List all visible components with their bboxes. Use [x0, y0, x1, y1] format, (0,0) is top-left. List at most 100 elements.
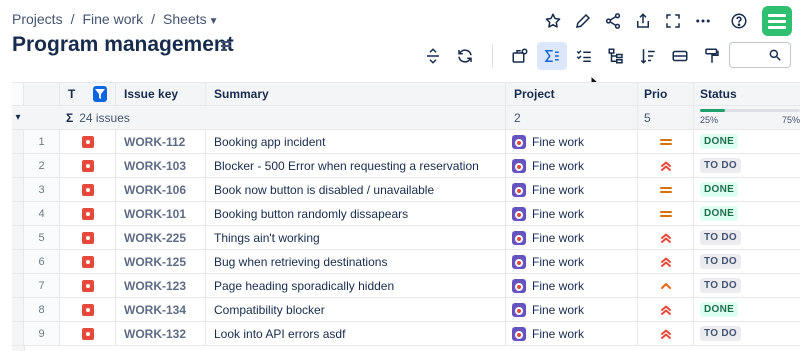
priority-cell[interactable] — [638, 202, 694, 225]
export-icon[interactable] — [628, 8, 658, 34]
fullscreen-icon[interactable] — [658, 8, 688, 34]
format-painter-icon[interactable] — [697, 42, 727, 70]
project-cell[interactable]: Fine work — [506, 154, 638, 177]
breadcrumb-projects[interactable]: Projects — [12, 11, 63, 27]
status-cell[interactable]: TO DO — [694, 154, 800, 177]
issue-key-link[interactable]: WORK-123 — [116, 274, 206, 297]
summary-cell[interactable]: Bug when retrieving destinations — [206, 250, 506, 273]
progress-done-label: 25% — [700, 114, 719, 125]
column-header-summary[interactable]: Summary — [206, 83, 506, 105]
type-cell[interactable] — [60, 250, 116, 273]
type-cell[interactable] — [60, 202, 116, 225]
priority-cell[interactable] — [638, 226, 694, 249]
status-cell[interactable]: DONE — [694, 202, 800, 225]
priority-cell[interactable] — [638, 154, 694, 177]
pencil-icon[interactable] — [568, 8, 598, 34]
app-logo[interactable] — [762, 6, 792, 36]
refresh-icon[interactable] — [450, 42, 480, 70]
type-cell[interactable] — [60, 130, 116, 153]
filter-icon[interactable] — [93, 86, 107, 102]
summary-cell[interactable]: Compatibility blocker — [206, 298, 506, 321]
title-menu-icon[interactable] — [221, 41, 233, 53]
status-progress: 25% 75% — [694, 106, 800, 129]
priority-cell[interactable] — [638, 322, 694, 345]
summary-cell[interactable]: Book now button is disabled / unavailabl… — [206, 178, 506, 201]
column-header-project[interactable]: Project — [506, 83, 638, 105]
breadcrumb-sheets[interactable]: Sheets ▼ — [163, 11, 219, 27]
status-badge: DONE — [700, 302, 739, 317]
more-icon[interactable] — [688, 8, 718, 34]
issue-key-link[interactable]: WORK-106 — [116, 178, 206, 201]
hierarchy-icon[interactable] — [601, 42, 631, 70]
table-row[interactable]: 5 WORK-225 Things ain't working Fine work TO… — [12, 226, 800, 250]
star-icon[interactable] — [538, 8, 568, 34]
table-row[interactable]: 1 WORK-112 Booking app incident Fine work DO… — [12, 130, 800, 154]
help-icon[interactable] — [724, 8, 754, 34]
summary-cell[interactable]: Booking app incident — [206, 130, 506, 153]
summary-cell[interactable]: Look into API errors asdf — [206, 322, 506, 345]
summary-row: ▾ Σ 24 issues 2 5 25% 75% — [12, 106, 800, 130]
issue-key-link[interactable]: WORK-112 — [116, 130, 206, 153]
status-cell[interactable]: DONE — [694, 178, 800, 201]
table-row[interactable]: 2 WORK-103 Blocker - 500 Error when reques… — [12, 154, 800, 178]
view-settings-icon[interactable] — [505, 42, 535, 70]
summary-cell[interactable]: Things ain't working — [206, 226, 506, 249]
row-gutter-cell — [12, 178, 24, 201]
priority-cell[interactable] — [638, 250, 694, 273]
collapse-chevron-icon[interactable]: ▾ — [12, 106, 24, 129]
status-cell[interactable]: DONE — [694, 130, 800, 153]
checklist-icon[interactable] — [569, 42, 599, 70]
priority-medium-icon — [659, 135, 673, 149]
project-name: Fine work — [532, 158, 585, 173]
status-cell[interactable]: TO DO — [694, 274, 800, 297]
type-cell[interactable] — [60, 226, 116, 249]
summary-cell[interactable]: Blocker - 500 Error when requesting a re… — [206, 154, 506, 177]
table-row[interactable]: 4 WORK-101 Booking button randomly dissape… — [12, 202, 800, 226]
priority-cell[interactable] — [638, 274, 694, 297]
issue-key-link[interactable]: WORK-101 — [116, 202, 206, 225]
sort-icon[interactable] — [633, 42, 663, 70]
table-row[interactable]: 6 WORK-125 Bug when retrieving destination… — [12, 250, 800, 274]
status-cell[interactable]: TO DO — [694, 250, 800, 273]
priority-cell[interactable] — [638, 298, 694, 321]
project-cell[interactable]: Fine work — [506, 226, 638, 249]
card-view-icon[interactable] — [665, 42, 695, 70]
search-input[interactable] — [729, 42, 791, 68]
status-cell[interactable]: TO DO — [694, 226, 800, 249]
column-header-issue-key[interactable]: Issue key — [116, 83, 206, 105]
issue-key-link[interactable]: WORK-125 — [116, 250, 206, 273]
project-cell[interactable]: Fine work — [506, 178, 638, 201]
column-header-prio[interactable]: Prio — [638, 83, 694, 105]
priority-cell[interactable] — [638, 178, 694, 201]
type-cell[interactable] — [60, 274, 116, 297]
issue-key-link[interactable]: WORK-132 — [116, 322, 206, 345]
project-cell[interactable]: Fine work — [506, 274, 638, 297]
table-row[interactable]: 7 WORK-123 Page heading sporadically hidde… — [12, 274, 800, 298]
priority-cell[interactable] — [638, 130, 694, 153]
project-cell[interactable]: Fine work — [506, 202, 638, 225]
collapse-rows-icon[interactable] — [418, 42, 448, 70]
type-cell[interactable] — [60, 298, 116, 321]
type-cell[interactable] — [60, 178, 116, 201]
type-cell[interactable] — [60, 322, 116, 345]
project-cell[interactable]: Fine work — [506, 298, 638, 321]
issue-key-link[interactable]: WORK-225 — [116, 226, 206, 249]
share-icon[interactable] — [598, 8, 628, 34]
table-row[interactable]: 9 WORK-132 Look into API errors asdf Fine w… — [12, 322, 800, 346]
summary-cell[interactable]: Page heading sporadically hidden — [206, 274, 506, 297]
column-header-status[interactable]: Status — [694, 83, 800, 105]
project-cell[interactable]: Fine work — [506, 250, 638, 273]
table-row[interactable]: 8 WORK-134 Compatibility blocker Fine work D… — [12, 298, 800, 322]
status-cell[interactable]: TO DO — [694, 322, 800, 345]
sum-icon[interactable] — [537, 42, 567, 70]
table-row[interactable]: 3 WORK-106 Book now button is disabled / u… — [12, 178, 800, 202]
issue-key-link[interactable]: WORK-134 — [116, 298, 206, 321]
breadcrumb-fine-work[interactable]: Fine work — [82, 11, 143, 27]
summary-cell[interactable]: Booking button randomly dissapears — [206, 202, 506, 225]
column-header-type[interactable]: T — [60, 83, 116, 105]
project-cell[interactable]: Fine work — [506, 130, 638, 153]
issue-key-link[interactable]: WORK-103 — [116, 154, 206, 177]
type-cell[interactable] — [60, 154, 116, 177]
status-cell[interactable]: DONE — [694, 298, 800, 321]
project-cell[interactable]: Fine work — [506, 322, 638, 345]
